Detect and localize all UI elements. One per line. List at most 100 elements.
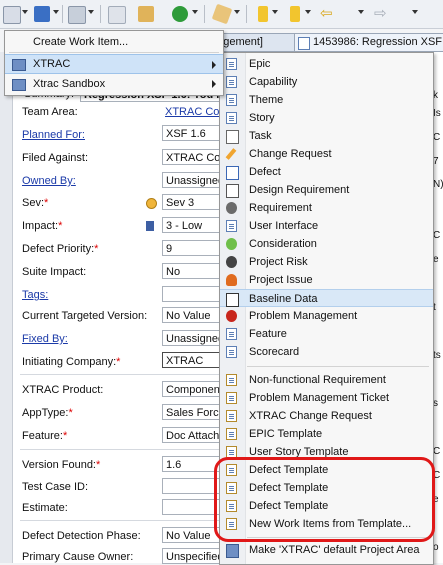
- owned-by-select[interactable]: Unassigned: [162, 172, 224, 188]
- tab-regression-workitem[interactable]: 1453986: Regression XSF 1.6:: [294, 33, 443, 52]
- menu-item-project-risk[interactable]: Project Risk: [220, 253, 433, 271]
- menu-item-label: Epic: [249, 58, 271, 70]
- defect-detection-label: Defect Detection Phase:: [22, 530, 141, 542]
- template-icon: [226, 392, 237, 404]
- menu-item-requirement[interactable]: Requirement: [220, 199, 433, 217]
- chevron-down-icon[interactable]: [358, 10, 364, 14]
- menu-item-xtrac-change-request[interactable]: XTRAC Change Request: [220, 407, 433, 425]
- right-fragment: N): [433, 179, 443, 190]
- xtrac-product-select[interactable]: Component: [162, 381, 224, 397]
- chevron-down-icon[interactable]: [412, 10, 418, 14]
- sev-label: Sev:*: [22, 197, 48, 209]
- submenu-arrow-icon: [212, 80, 216, 88]
- menu-item-change-request[interactable]: Change Request: [220, 145, 433, 163]
- work-item-icon: [226, 112, 237, 124]
- run-icon[interactable]: [172, 6, 188, 22]
- menu-item-create-work-item[interactable]: Create Work Item...: [5, 32, 223, 52]
- primary-cause-label: Primary Cause Owner:: [22, 551, 134, 563]
- defect-priority-select[interactable]: 9: [162, 240, 224, 256]
- impact-select[interactable]: 3 - Low: [162, 217, 224, 233]
- issue-icon: [226, 274, 237, 286]
- chevron-down-icon[interactable]: [234, 10, 240, 14]
- planned-for-select[interactable]: XSF 1.6: [162, 125, 224, 141]
- new-work-item-icon[interactable]: [3, 6, 21, 24]
- chevron-down-icon[interactable]: [88, 10, 94, 14]
- bulb-icon: [226, 238, 237, 250]
- owned-by-label[interactable]: Owned By:: [22, 175, 76, 187]
- planned-for-label[interactable]: Planned For:: [22, 129, 85, 141]
- menu-item-xtrac-sandbox[interactable]: Xtrac Sandbox: [5, 74, 223, 94]
- menu-item-story[interactable]: Story: [220, 109, 433, 127]
- menu-item-epic-template[interactable]: EPIC Template: [220, 425, 433, 443]
- toolbar-separator: [100, 5, 101, 23]
- suite-impact-select[interactable]: No: [162, 263, 224, 279]
- menu-item-theme[interactable]: Theme: [220, 91, 433, 109]
- menu-item-consideration[interactable]: Consideration: [220, 235, 433, 253]
- forward-icon[interactable]: ⇨: [374, 4, 387, 22]
- menu-item-problem-management[interactable]: Problem Management: [220, 307, 433, 325]
- project-area-icon: [226, 544, 239, 558]
- template-icon: [226, 410, 237, 422]
- menu-item-xtrac[interactable]: XTRAC: [5, 54, 223, 74]
- work-item-icon: [226, 58, 237, 70]
- edit-icon[interactable]: [138, 6, 154, 22]
- menu-item-task[interactable]: Task: [220, 127, 433, 145]
- fixed-by-label[interactable]: Fixed By:: [22, 333, 68, 345]
- toolbar: ⇦ ⇨: [0, 0, 443, 29]
- chevron-down-icon[interactable]: [272, 10, 278, 14]
- filed-against-select[interactable]: XTRAC Com: [162, 149, 224, 165]
- menu-item-non-functional-requirement[interactable]: Non-functional Requirement: [220, 371, 433, 389]
- menu-item-user-interface[interactable]: User Interface: [220, 217, 433, 235]
- menu-item-capability[interactable]: Capability: [220, 73, 433, 91]
- menu-item-project-issue[interactable]: Project Issue: [220, 271, 433, 289]
- tags-field[interactable]: [162, 286, 224, 302]
- current-targeted-label: Current Targeted Version:: [22, 310, 148, 322]
- gear-icon: [226, 202, 237, 214]
- right-fragment: ts: [433, 350, 441, 361]
- menu-item-epic[interactable]: Epic: [220, 55, 433, 73]
- menu-item-label: Scorecard: [249, 346, 300, 358]
- primary-cause-select[interactable]: Unspecified: [162, 548, 224, 564]
- project-area-icon: [12, 59, 26, 71]
- menu-item-scorecard[interactable]: Scorecard: [220, 343, 433, 361]
- copy-icon[interactable]: [108, 6, 126, 24]
- fixed-by-select[interactable]: Unassigned: [162, 330, 224, 346]
- menu-item-label: Project Risk: [249, 256, 308, 268]
- initiating-company-select[interactable]: XTRAC: [162, 352, 224, 368]
- impact-label-text: Impact:: [22, 220, 59, 232]
- menu-item-label: Project Issue: [249, 274, 313, 286]
- feature-select[interactable]: Doc Attachm: [162, 427, 224, 443]
- tool-icon[interactable]: [211, 3, 233, 25]
- window-icon[interactable]: [68, 6, 86, 24]
- sev-select[interactable]: Sev 3: [162, 194, 224, 210]
- work-item-icon: [298, 37, 310, 50]
- chevron-down-icon[interactable]: [305, 10, 311, 14]
- menu-item-design-requirement[interactable]: Design Requirement: [220, 181, 433, 199]
- app-type-select[interactable]: Sales Force: [162, 404, 224, 420]
- next-annotation-icon[interactable]: [258, 6, 268, 22]
- defect-icon: [226, 166, 239, 180]
- menu-item-make-default-project-area[interactable]: Make 'XTRAC' default Project Area: [220, 541, 433, 559]
- filed-against-label: Filed Against:: [22, 152, 89, 164]
- chevron-down-icon[interactable]: [192, 10, 198, 14]
- tags-label[interactable]: Tags:: [22, 289, 48, 301]
- menu-item-defect[interactable]: Defect: [220, 163, 433, 181]
- chevron-down-icon[interactable]: [22, 10, 28, 14]
- feature-label: Feature:*: [22, 430, 67, 442]
- back-icon[interactable]: ⇦: [320, 4, 333, 22]
- work-item-icon: [226, 76, 237, 88]
- new-work-item-menu: Create Work Item... XTRAC Xtrac Sandbox: [4, 30, 224, 96]
- menu-item-baseline-data[interactable]: Baseline Data: [220, 289, 433, 307]
- menu-item-label: Story: [249, 112, 275, 124]
- defect-priority-label-text: Defect Priority:: [22, 243, 95, 255]
- required-marker: *: [68, 407, 73, 419]
- toolbar-separator: [246, 5, 247, 23]
- menu-item-problem-management-ticket[interactable]: Problem Management Ticket: [220, 389, 433, 407]
- previous-annotation-icon[interactable]: [290, 6, 300, 22]
- menu-item-label: XTRAC: [33, 58, 71, 70]
- required-marker: *: [58, 220, 63, 232]
- workspace-icon[interactable]: [34, 6, 50, 22]
- chevron-down-icon[interactable]: [53, 10, 59, 14]
- menu-item-feature[interactable]: Feature: [220, 325, 433, 343]
- current-targeted-select[interactable]: No Value: [162, 307, 224, 323]
